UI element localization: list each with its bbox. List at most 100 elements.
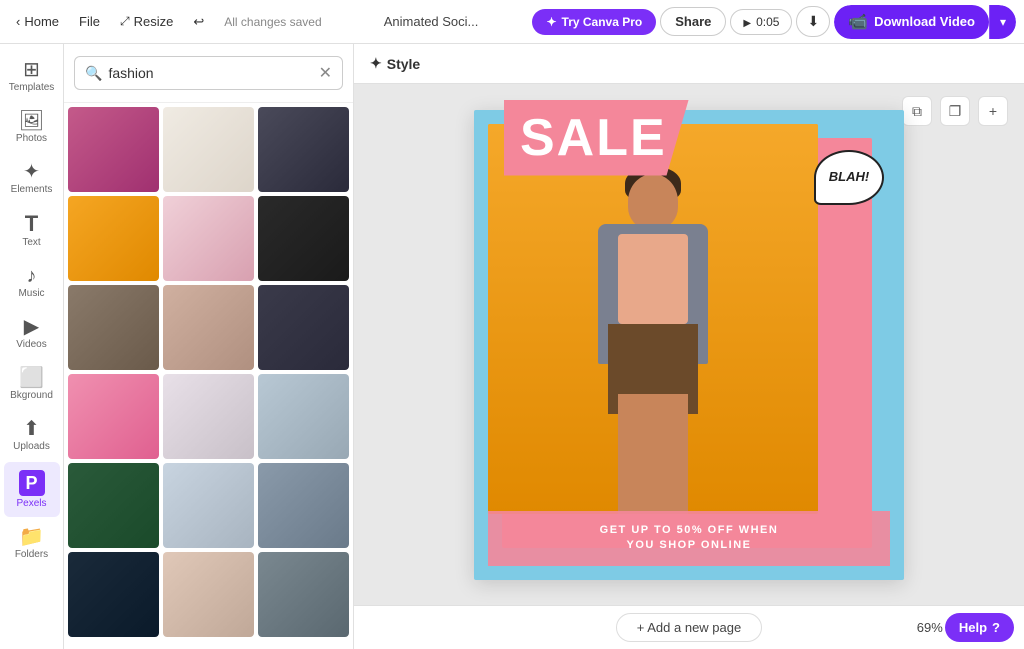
sidebar-item-music[interactable]: ♪ Music [4,258,60,307]
duplicate-button[interactable]: ⧉ [902,96,932,126]
list-item[interactable] [258,374,349,459]
templates-label: Templates [9,82,55,93]
list-item[interactable] [258,463,349,548]
download-more-button[interactable]: ▾ [989,5,1016,39]
add-element-button[interactable]: + [978,96,1008,126]
list-item[interactable] [163,374,254,459]
main-area: ⊞ Templates 🖼 Photos ✦ Elements T Text ♪… [0,44,1024,649]
sidebar-item-background[interactable]: ⬜ Bkground [4,360,60,409]
elements-icon: ✦ [23,162,40,182]
photo-thumbnail [68,463,159,548]
undo-button[interactable]: ↩ [185,10,212,34]
photo-thumbnail [163,374,254,459]
photos-label: Photos [16,133,47,144]
list-item[interactable] [68,552,159,637]
sidebar-item-videos[interactable]: ▶ Videos [4,309,60,358]
clear-search-icon[interactable]: ✕ [319,63,332,83]
photo-thumbnail [68,196,159,281]
uploads-icon: ⬆ [23,419,40,439]
list-item[interactable] [68,463,159,548]
style-button[interactable]: ✦ Style [370,55,420,72]
sidebar-item-elements[interactable]: ✦ Elements [4,154,60,203]
share-label: Share [675,14,711,29]
add-page-button[interactable]: + Add a new page [616,613,762,642]
list-item[interactable] [68,196,159,281]
list-item[interactable] [68,374,159,459]
list-item[interactable] [163,285,254,370]
sidebar-item-templates[interactable]: ⊞ Templates [4,52,60,101]
uploads-label: Uploads [13,441,50,452]
folders-icon: 📁 [19,527,44,547]
list-item[interactable] [68,107,159,192]
add-icon: + [989,103,997,119]
list-item[interactable] [163,107,254,192]
bubble-text: BLAH! [829,170,869,184]
duplicate-icon: ⧉ [912,103,922,120]
canvas-container[interactable]: ⧉ ❐ + [354,84,1024,605]
fashion-figure [488,124,818,514]
style-icon: ✦ [370,55,382,72]
music-icon: ♪ [27,266,37,286]
search-bar: 🔍 ✕ [64,44,353,103]
resize-icon: ⤢ [120,14,130,29]
file-label: File [79,14,100,29]
download-video-group: 📹 Download Video ▾ [834,5,1016,39]
photos-icon: 🖼 [19,111,44,131]
design-card: SALE BLAH! GET UP TO 50% OFF WHEN YOU SH… [474,110,904,580]
list-item[interactable] [258,552,349,637]
share-button[interactable]: Share [660,7,726,36]
try-canva-label: Try Canva Pro [562,15,643,29]
download-video-button[interactable]: 📹 Download Video [834,5,989,39]
help-label: Help [959,620,987,635]
search-input[interactable] [108,65,312,81]
bottom-bar: + Add a new page 69% ⤢ Help ? [354,605,1024,649]
videos-icon: ▶ [24,317,39,337]
canvas-controls: ⧉ ❐ + [902,96,1008,126]
photo-thumbnail [258,552,349,637]
list-item[interactable] [163,196,254,281]
file-button[interactable]: File [71,10,108,33]
help-icon: ? [992,620,1000,635]
sidebar-item-folders[interactable]: 📁 Folders [4,519,60,568]
figure-top [618,234,688,324]
sidebar-item-uploads[interactable]: ⬆ Uploads [4,411,60,460]
folders-label: Folders [15,549,48,560]
add-page-label: + Add a new page [637,620,741,635]
pexels-label: Pexels [16,498,46,509]
background-label: Bkground [10,390,53,401]
bottom-strip: GET UP TO 50% OFF WHEN YOU SHOP ONLINE [488,511,890,566]
list-item[interactable] [258,196,349,281]
sale-text-banner: SALE [504,100,689,176]
resize-label: Resize [134,14,174,29]
photo-thumbnail [258,285,349,370]
list-item[interactable] [163,463,254,548]
project-title: Animated Soci... [384,14,479,29]
pexels-icon: P [19,470,45,496]
templates-icon: ⊞ [23,60,40,80]
play-button[interactable]: 0:05 [730,9,792,35]
list-item[interactable] [163,552,254,637]
sidebar-item-text[interactable]: T Text [4,205,60,256]
figure-legs [618,394,688,514]
download-icon-button[interactable]: ⬇ [796,6,830,37]
search-panel: 🔍 ✕ [64,44,354,649]
help-button[interactable]: Help ? [945,613,1014,642]
bottom-text-line2: YOU SHOP ONLINE [504,538,874,553]
photo-thumbnail [258,107,349,192]
photo-thumbnail [163,285,254,370]
search-input-wrap[interactable]: 🔍 ✕ [74,56,343,90]
list-item[interactable] [258,285,349,370]
resize-button[interactable]: ⤢ Resize [112,10,181,33]
sidebar-item-pexels[interactable]: P Pexels [4,462,60,517]
home-label: Home [24,14,59,29]
copy-button[interactable]: ❐ [940,96,970,126]
home-button[interactable]: ‹ Home [8,10,67,33]
list-item[interactable] [258,107,349,192]
list-item[interactable] [68,285,159,370]
chevron-left-icon: ‹ [16,14,20,29]
download-video-label: Download Video [874,14,975,29]
try-canva-button[interactable]: ✦ Try Canva Pro [532,9,656,35]
sidebar-item-photos[interactable]: 🖼 Photos [4,103,60,152]
photo-thumbnail [258,196,349,281]
text-label: Text [22,237,40,248]
